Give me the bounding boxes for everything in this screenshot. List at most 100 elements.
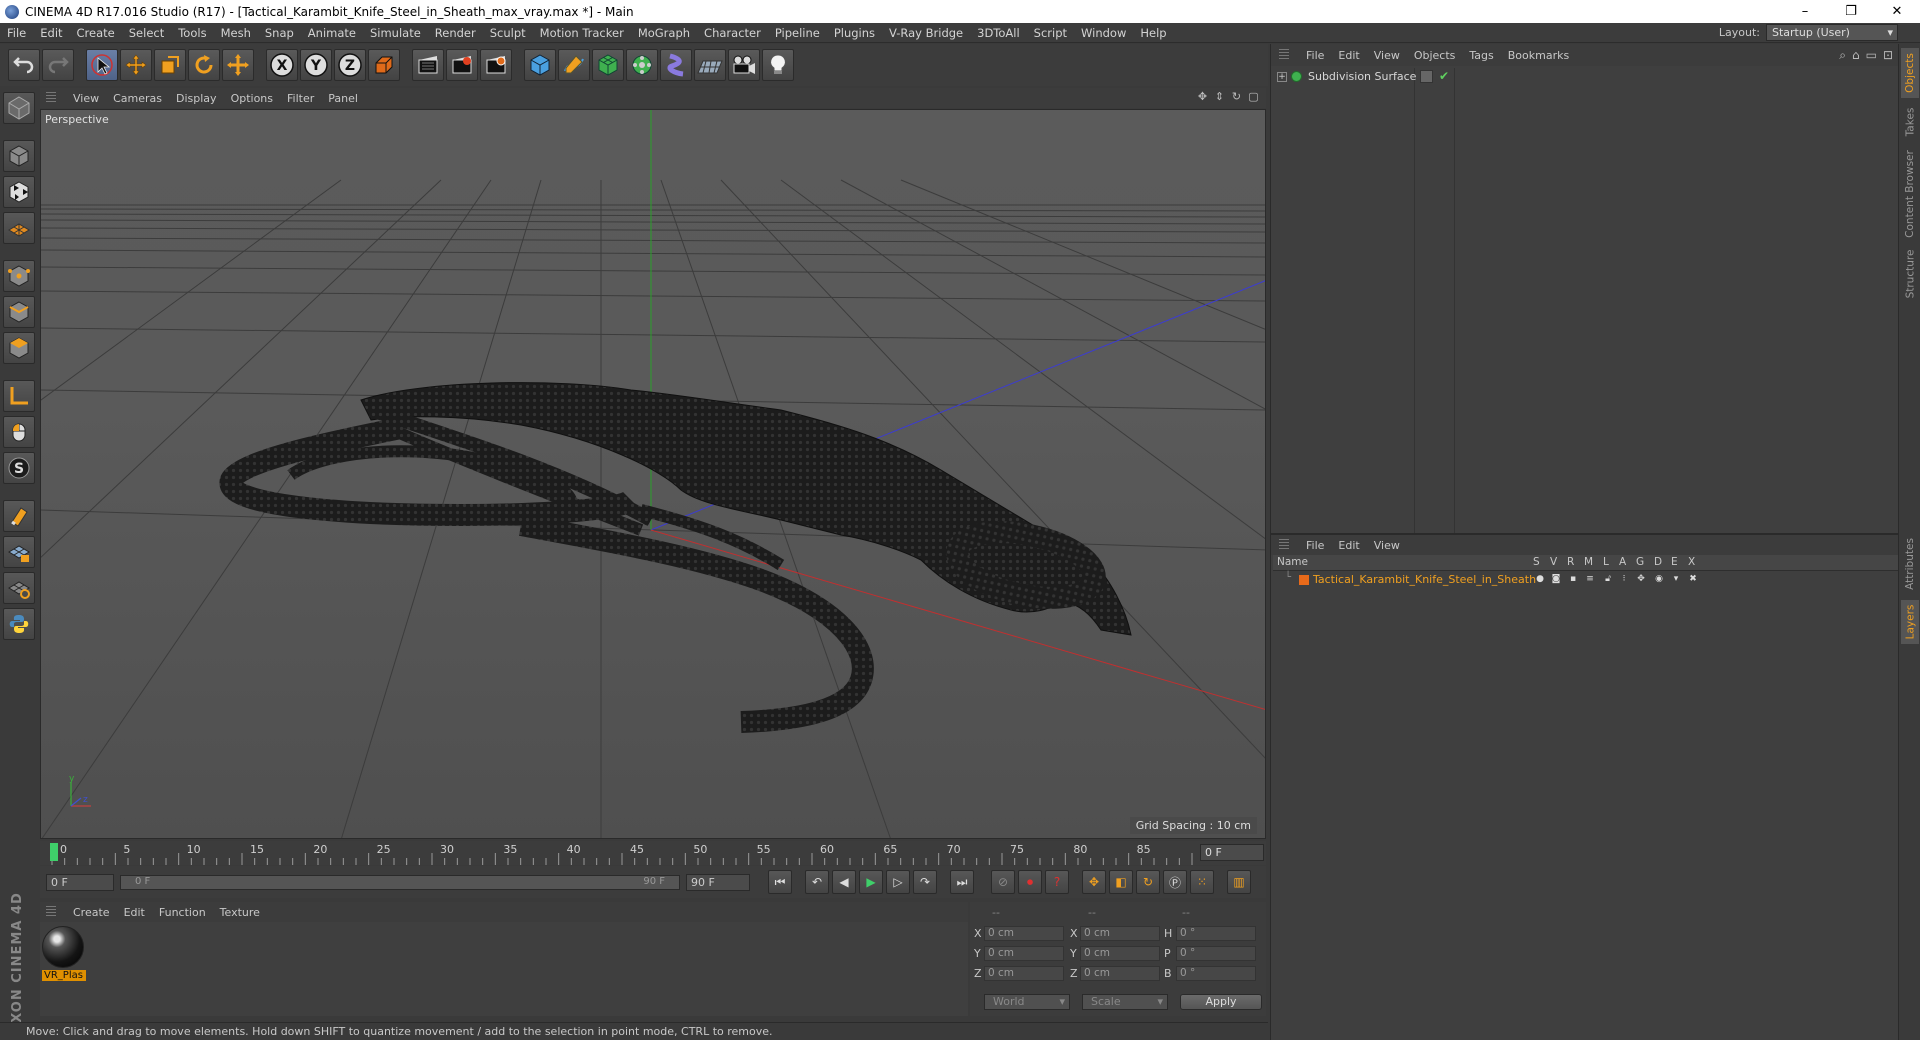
- locked-workplane-button[interactable]: [3, 536, 35, 568]
- size-x-field[interactable]: 0 cm: [1080, 926, 1160, 941]
- add-spline-button[interactable]: [558, 49, 590, 81]
- new-panel-icon[interactable]: ⊡: [1883, 48, 1893, 63]
- size-z-field[interactable]: 0 cm: [1080, 966, 1160, 981]
- x-axis-lock-button[interactable]: X: [266, 49, 298, 81]
- motion-path-button[interactable]: ⊘: [991, 870, 1015, 894]
- layout-select[interactable]: Startup (User) ▾: [1766, 24, 1898, 41]
- object-list[interactable]: + Subdivision Surface ✔: [1273, 68, 1899, 570]
- transform-mode-select[interactable]: Scale ▾: [1082, 994, 1168, 1010]
- start-frame-field[interactable]: 0 F: [46, 873, 114, 891]
- rotation-p-field[interactable]: 0 °: [1176, 946, 1256, 961]
- position-y-field[interactable]: 0 cm: [984, 946, 1064, 961]
- edges-mode-button[interactable]: [3, 296, 35, 328]
- close-button[interactable]: ✕: [1874, 0, 1920, 23]
- layer-view-icon[interactable]: ◙: [1551, 574, 1561, 585]
- make-editable-button[interactable]: [3, 92, 35, 124]
- menu-3dtoall[interactable]: 3DToAll: [970, 26, 1027, 40]
- panel-grip-icon[interactable]: [1279, 539, 1289, 551]
- layer-row[interactable]: └ Tactical_Karambit_Knife_Steel_in_Sheat…: [1273, 572, 1899, 588]
- layer-lock-icon[interactable]: 🔓︎: [1603, 574, 1613, 585]
- magnet-button[interactable]: [3, 500, 35, 532]
- coordinate-system-button[interactable]: [368, 49, 400, 81]
- layer-render-icon[interactable]: ▪: [1568, 574, 1578, 585]
- layer-menu-edit[interactable]: Edit: [1331, 539, 1366, 552]
- end-frame-field[interactable]: 90 F: [686, 873, 750, 891]
- material-menu-create[interactable]: Create: [66, 906, 117, 919]
- menu-vray-bridge[interactable]: V-Ray Bridge: [882, 26, 970, 40]
- object-row-subdivision-surface[interactable]: + Subdivision Surface ✔: [1273, 68, 1899, 85]
- tab-objects[interactable]: Objects: [1901, 48, 1919, 98]
- layer-generator-icon[interactable]: ✥: [1636, 574, 1646, 585]
- recent-tool-button[interactable]: [222, 49, 254, 81]
- record-keys-button[interactable]: ⏺: [1018, 870, 1042, 894]
- select-tool-button[interactable]: [86, 49, 118, 81]
- layer-solo-icon[interactable]: ●: [1535, 574, 1545, 585]
- object-menu-edit[interactable]: Edit: [1331, 49, 1366, 62]
- add-subdivision-button[interactable]: [592, 49, 624, 81]
- rotation-h-field[interactable]: 0 °: [1176, 926, 1256, 941]
- previous-frame-button[interactable]: ◀: [832, 870, 856, 894]
- undo-button[interactable]: [8, 49, 40, 81]
- menu-motion-tracker[interactable]: Motion Tracker: [533, 26, 631, 40]
- polygons-mode-button[interactable]: [3, 332, 35, 364]
- home-icon[interactable]: ⌂: [1852, 48, 1860, 63]
- menu-help[interactable]: Help: [1133, 26, 1173, 40]
- menu-mograph[interactable]: MoGraph: [631, 26, 697, 40]
- object-menu-view[interactable]: View: [1367, 49, 1407, 62]
- goto-next-key-button[interactable]: ↷: [913, 870, 937, 894]
- layer-manager-icon[interactable]: ≡: [1585, 574, 1595, 585]
- edit-render-settings-button[interactable]: [480, 49, 512, 81]
- menu-character[interactable]: Character: [697, 26, 768, 40]
- layer-xref-icon[interactable]: ✖: [1688, 574, 1698, 585]
- material-menu-edit[interactable]: Edit: [117, 906, 152, 919]
- python-button[interactable]: [3, 608, 35, 640]
- goto-end-button[interactable]: ⏭: [950, 870, 974, 894]
- object-menu-file[interactable]: File: [1299, 49, 1331, 62]
- autokey-button[interactable]: ?: [1045, 870, 1069, 894]
- material-menu-texture[interactable]: Texture: [213, 906, 267, 919]
- menu-render[interactable]: Render: [428, 26, 483, 40]
- menu-snap[interactable]: Snap: [258, 26, 301, 40]
- panel-grip-icon[interactable]: [1279, 49, 1289, 61]
- tab-structure[interactable]: Structure: [1901, 246, 1919, 302]
- menu-sculpt[interactable]: Sculpt: [483, 26, 533, 40]
- menu-script[interactable]: Script: [1027, 26, 1074, 40]
- viewport-menu-display[interactable]: Display: [169, 92, 224, 105]
- collapse-icon[interactable]: ▭: [1866, 48, 1877, 63]
- key-pla-button[interactable]: ⁙: [1190, 870, 1214, 894]
- object-menu-bookmarks[interactable]: Bookmarks: [1501, 49, 1576, 62]
- tab-content-browser[interactable]: Content Browser: [1901, 146, 1919, 242]
- viewport-menu-options[interactable]: Options: [224, 92, 280, 105]
- restore-button[interactable]: ❐: [1828, 0, 1874, 23]
- render-picture-viewer-button[interactable]: [446, 49, 478, 81]
- menu-simulate[interactable]: Simulate: [363, 26, 428, 40]
- position-x-field[interactable]: 0 cm: [984, 926, 1064, 941]
- menu-create[interactable]: Create: [70, 26, 122, 40]
- minimize-button[interactable]: –: [1782, 0, 1828, 23]
- rotate-view-icon[interactable]: ↻: [1230, 90, 1243, 103]
- viewport-menu-filter[interactable]: Filter: [280, 92, 321, 105]
- rotate-tool-button[interactable]: [188, 49, 220, 81]
- add-cloner-button[interactable]: [626, 49, 658, 81]
- workplane-mode-button[interactable]: [3, 212, 35, 244]
- texture-mode-button[interactable]: [3, 176, 35, 208]
- menu-select[interactable]: Select: [122, 26, 171, 40]
- model-mode-button[interactable]: [3, 140, 35, 172]
- preview-range-slider[interactable]: 0 F 90 F: [120, 874, 680, 890]
- size-y-field[interactable]: 0 cm: [1080, 946, 1160, 961]
- menu-animate[interactable]: Animate: [301, 26, 363, 40]
- tab-layers[interactable]: Layers: [1901, 600, 1919, 644]
- menu-edit[interactable]: Edit: [33, 26, 69, 40]
- layer-deformer-icon[interactable]: ◉: [1654, 574, 1664, 585]
- key-position-button[interactable]: ✥: [1082, 870, 1106, 894]
- planar-workplane-button[interactable]: [3, 572, 35, 604]
- position-z-field[interactable]: 0 cm: [984, 966, 1064, 981]
- add-light-button[interactable]: [762, 49, 794, 81]
- object-menu-tags[interactable]: Tags: [1462, 49, 1500, 62]
- coordinate-mode-select[interactable]: World ▾: [984, 994, 1070, 1010]
- goto-start-button[interactable]: ⏮: [768, 870, 792, 894]
- add-cube-button[interactable]: [524, 49, 556, 81]
- key-parameter-button[interactable]: Ⓟ: [1163, 870, 1187, 894]
- menu-plugins[interactable]: Plugins: [827, 26, 882, 40]
- zoom-view-icon[interactable]: ⇕: [1213, 90, 1226, 103]
